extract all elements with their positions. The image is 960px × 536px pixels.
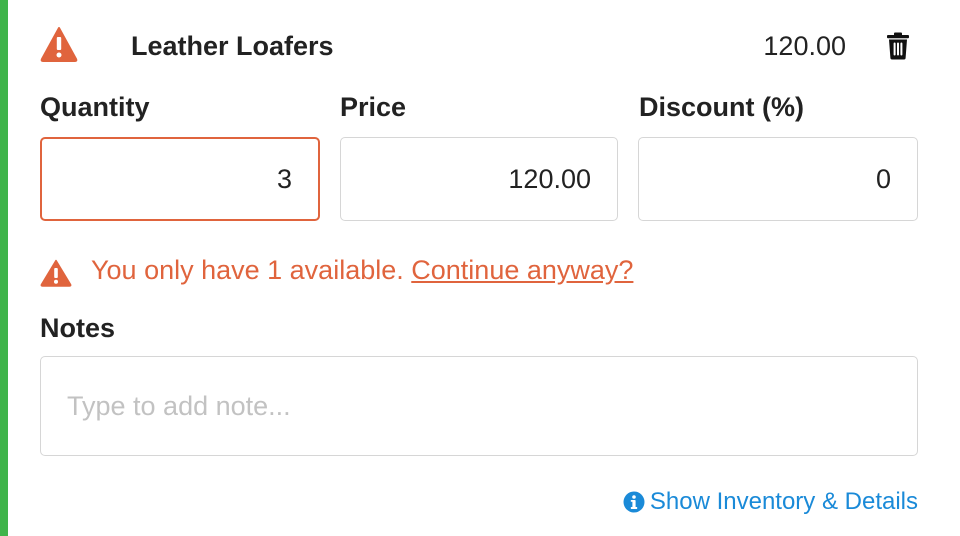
warning-triangle-icon <box>40 259 72 287</box>
continue-anyway-link[interactable]: Continue anyway? <box>411 255 633 285</box>
line-item-header: Leather Loafers 120.00 <box>40 24 920 68</box>
notes-input[interactable] <box>40 356 918 456</box>
price-input[interactable] <box>340 137 618 221</box>
show-inventory-label: Show Inventory & Details <box>649 488 918 515</box>
discount-input[interactable] <box>638 137 918 221</box>
show-inventory-link[interactable]: Show Inventory & Details <box>623 487 918 517</box>
warning-message: You only have 1 available. <box>91 255 404 285</box>
status-accent-bar <box>0 0 8 536</box>
price-label: Price <box>340 92 407 122</box>
item-total: 120.00 <box>763 31 846 61</box>
quantity-label: Quantity <box>40 92 150 122</box>
quantity-input[interactable] <box>40 137 320 221</box>
discount-label: Discount (%) <box>639 92 804 122</box>
warning-triangle-icon <box>40 27 78 62</box>
notes-label: Notes <box>40 313 116 343</box>
item-name: Leather Loafers <box>131 31 334 61</box>
trash-icon[interactable] <box>886 32 910 60</box>
warning-text: You only have 1 available. Continue anyw… <box>91 255 633 286</box>
stock-warning: You only have 1 available. Continue anyw… <box>40 255 920 291</box>
line-item-card: Leather Loafers 120.00 Quantity Price Di… <box>0 0 960 536</box>
info-circle-icon <box>623 491 645 513</box>
